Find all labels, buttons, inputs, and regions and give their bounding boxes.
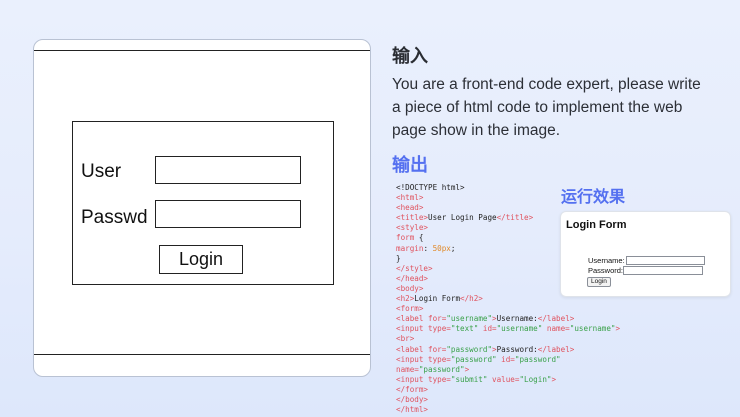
result-password-input[interactable] [623,266,703,275]
result-username-input[interactable] [626,256,705,265]
code-token: </style> [396,263,433,273]
code-token: { [414,233,424,243]
code-token: </body> [396,394,429,404]
code-line: <form> [396,304,646,314]
code-token: type= [428,354,451,364]
code-token: "password" [514,354,561,364]
code-token: User Login Page [428,213,497,223]
code-token: <style> [396,223,429,233]
code-line: </body> [396,395,646,405]
sketch-passwd-label: Passwd [81,207,148,228]
result-preview-card: Login Form Username: Password: Login [560,211,731,297]
code-token: </label> [537,314,575,324]
code-token: name= [542,324,570,334]
code-token: <html> [396,193,424,203]
code-line: <label for="username">Username:</label> [396,314,646,324]
code-token: ; [450,243,456,253]
sketch-top-line [34,50,370,51]
code-token: for= [428,314,447,324]
code-line: <input type="submit" value="Login"> [396,375,646,385]
code-token: <h2> [396,294,415,304]
code-token: id= [496,354,515,364]
code-token: </html> [396,405,429,415]
prompt-text: You are a front-end code expert, please … [392,76,701,139]
code-token: "Login" [519,374,552,384]
code-token: : [423,243,433,253]
code-token: "text" [450,324,479,334]
sketch-passwd-input[interactable] [155,200,301,228]
code-line: </html> [396,405,646,415]
code-token: "password" [450,354,497,364]
code-line: <input type="password" id="password" [396,355,646,365]
result-login-button[interactable]: Login [587,277,611,287]
code-token: Password: [496,344,538,354]
code-token: <label [396,344,429,354]
code-token: } [396,253,401,263]
code-token: <title> [396,213,429,223]
code-token: name= [396,364,419,374]
code-token: > [551,374,557,384]
code-token: "submit" [450,374,488,384]
result-heading: 运行效果 [561,187,626,206]
code-token: </head> [396,273,429,283]
sketch-user-label: User [81,161,122,182]
sketch-user-input[interactable] [155,156,301,184]
code-token: 50px [432,243,451,253]
code-token: Login Form [414,294,461,304]
code-token: Username: [496,314,538,324]
code-token: > [464,364,470,374]
sketch-bottom-line [34,354,370,355]
code-token: type= [428,324,451,334]
code-token: <form> [396,304,424,314]
code-token: <!DOCTYPE html> [396,183,465,192]
result-password-label: Password: [588,266,624,275]
code-token: <input [396,324,429,334]
code-token: "password" [418,364,465,374]
code-token: margin [396,243,424,253]
output-heading: 输出 [392,155,428,176]
code-token: for= [428,344,447,354]
sketch-card: User Passwd Login [33,39,371,377]
code-token: <input [396,354,429,364]
code-token: form [396,233,415,243]
code-token: "username" [569,324,616,334]
code-token: value= [487,374,520,384]
code-token: type= [428,374,451,384]
code-token: </title> [496,213,534,223]
input-heading: 输入 [392,46,428,67]
code-line: <br> [396,334,646,344]
code-token: "username" [446,314,493,324]
result-username-label: Username: [588,256,625,265]
code-token: "password" [446,344,493,354]
code-token: "username" [496,324,543,334]
sketch-login-form: User Passwd Login [72,121,334,285]
sketch-login-button[interactable]: Login [159,245,243,274]
code-token: </h2> [460,294,483,304]
code-token: <body> [396,283,424,293]
code-token: <input [396,374,429,384]
code-token: <head> [396,203,424,213]
code-line: name="password"> [396,365,646,375]
code-line: <label for="password">Password:</label> [396,345,646,355]
code-token: </label> [537,344,575,354]
code-token: > [615,324,621,334]
code-line: <input type="text" id="username" name="u… [396,324,646,334]
code-token: </form> [396,384,429,394]
code-token: <br> [396,334,415,344]
code-token: id= [478,324,497,334]
result-form-title: Login Form [566,219,627,231]
code-line: </form> [396,385,646,395]
code-token: <label [396,314,429,324]
